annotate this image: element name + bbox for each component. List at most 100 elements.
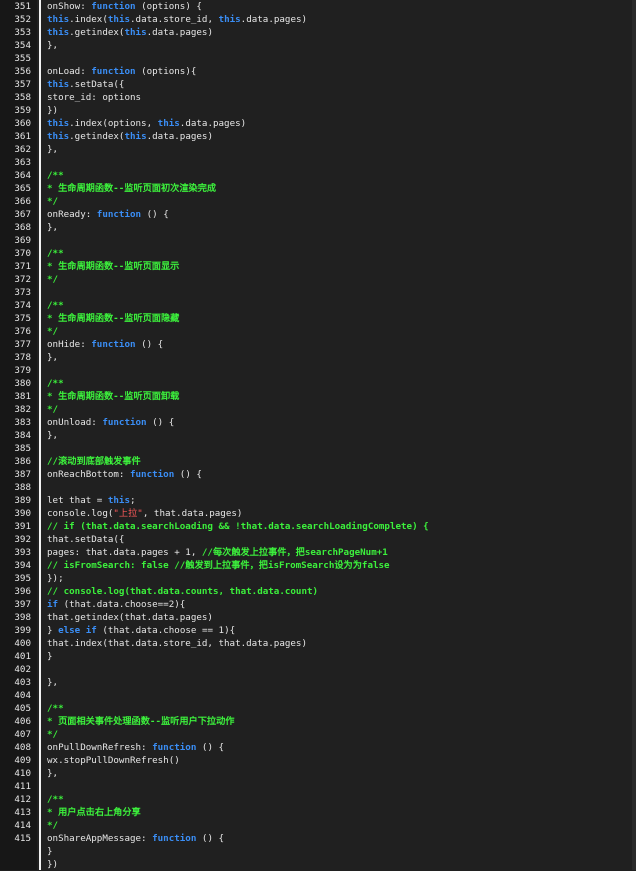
line-number: 354: [14, 40, 31, 51]
code-line[interactable]: 403},: [0, 676, 636, 689]
line-number: 355: [14, 53, 31, 64]
code-line[interactable]: 394 // isFromSearch: false //触发到上拉事件，把isF…: [0, 559, 636, 572]
code-line[interactable]: 360 this.index(options, this.data.pages): [0, 117, 636, 130]
vertical-scrollbar[interactable]: [632, 0, 636, 870]
code-editor[interactable]: 351 onShow: function (options) {352 this.i…: [0, 0, 636, 870]
line-number: 395: [14, 573, 31, 584]
code-token: */: [47, 196, 59, 207]
code-line[interactable]: 406 * 页面相关事件处理函数--监听用户下拉动作: [0, 715, 636, 728]
code-line[interactable]: 361 this.getindex(this.data.pages): [0, 130, 636, 143]
code-line[interactable]: 384},: [0, 429, 636, 442]
code-line[interactable]: 385: [0, 442, 636, 455]
line-number: 366: [14, 196, 31, 207]
line-text: */: [47, 273, 58, 286]
code-line[interactable]: 390 console.log("上拉", that.data.pages): [0, 507, 636, 520]
code-line[interactable]: 410},: [0, 767, 636, 780]
code-line[interactable]: 365 * 生命周期函数--监听页面初次渲染完成: [0, 182, 636, 195]
code-line[interactable]: 362},: [0, 143, 636, 156]
code-line[interactable]: 352 this.index(this.data.store_id, this.d…: [0, 13, 636, 26]
line-number: 400: [14, 638, 31, 649]
code-line[interactable]: 359}): [0, 104, 636, 117]
code-line[interactable]: 398 that.getindex(that.data.pages): [0, 611, 636, 624]
code-line[interactable]: 396 // console.log(that.data.counts, that…: [0, 585, 636, 598]
line-number: 370: [14, 248, 31, 259]
code-line[interactable]: 356 onLoad: function (options){: [0, 65, 636, 78]
code-line[interactable]: 358 store_id: options: [0, 91, 636, 104]
code-line[interactable]: 412 /**: [0, 793, 636, 806]
code-line[interactable]: 382 */: [0, 403, 636, 416]
code-line[interactable]: 391 // if (that.data.searchLoading && !th…: [0, 520, 636, 533]
code-token: () {: [141, 209, 169, 220]
code-line[interactable]: 372 */: [0, 273, 636, 286]
code-line[interactable]: 373: [0, 286, 636, 299]
code-line[interactable]: 405 /**: [0, 702, 636, 715]
code-line[interactable]: 389 let that = this;: [0, 494, 636, 507]
code-line[interactable]: 400 that.index(that.data.store_id, that.d…: [0, 637, 636, 650]
code-line[interactable]: }): [0, 858, 636, 871]
code-line[interactable]: 351 onShow: function (options) {: [0, 0, 636, 13]
code-line[interactable]: 392 that.setData({: [0, 533, 636, 546]
code-line[interactable]: 399} else if (that.data.choose == 1){: [0, 624, 636, 637]
line-text: },: [47, 221, 58, 234]
code-line[interactable]: 376 */: [0, 325, 636, 338]
code-line[interactable]: 408 onPullDownRefresh: function () {: [0, 741, 636, 754]
code-line[interactable]: 402: [0, 663, 636, 676]
code-line[interactable]: 401}: [0, 650, 636, 663]
code-line[interactable]: 364 /**: [0, 169, 636, 182]
line-text: onShareAppMessage: function () {: [47, 832, 224, 845]
code-line[interactable]: 374 /**: [0, 299, 636, 312]
line-number: 410: [14, 768, 31, 779]
code-line[interactable]: 381 * 生命周期函数--监听页面卸载: [0, 390, 636, 403]
code-line[interactable]: 367 onReady: function () {: [0, 208, 636, 221]
code-line[interactable]: 369: [0, 234, 636, 247]
code-line[interactable]: 371 * 生命周期函数--监听页面显示: [0, 260, 636, 273]
line-text: console.log("上拉", that.data.pages): [47, 507, 242, 520]
code-line[interactable]: 393 pages: that.data.pages + 1, //每次触发上拉事…: [0, 546, 636, 559]
line-number: 372: [14, 274, 31, 285]
code-token: */: [47, 820, 59, 831]
code-line[interactable]: 397 if (that.data.choose==2){: [0, 598, 636, 611]
code-line[interactable]: 387 onReachBottom: function () {: [0, 468, 636, 481]
line-text: * 用户点击右上角分享: [47, 806, 141, 819]
code-token: onPullDownRefresh:: [47, 742, 153, 753]
code-line[interactable]: }: [0, 845, 636, 858]
code-line[interactable]: 377 onHide: function () {: [0, 338, 636, 351]
code-line[interactable]: 383 onUnload: function () {: [0, 416, 636, 429]
code-line[interactable]: 386 //滚动到底部触发事件: [0, 455, 636, 468]
line-number: 367: [14, 209, 31, 220]
line-number: 405: [14, 703, 31, 714]
code-line[interactable]: 404: [0, 689, 636, 702]
line-text: * 生命周期函数--监听页面显示: [47, 260, 179, 273]
code-line[interactable]: 413 * 用户点击右上角分享: [0, 806, 636, 819]
code-token: .index(options,: [69, 118, 158, 129]
code-line[interactable]: 375 * 生命周期函数--监听页面隐藏: [0, 312, 636, 325]
line-text: } else if (that.data.choose == 1){: [47, 624, 235, 637]
code-line[interactable]: 380 /**: [0, 377, 636, 390]
code-line[interactable]: 366 */: [0, 195, 636, 208]
code-line[interactable]: 414 */: [0, 819, 636, 832]
line-text: this.index(this.data.store_id, this.data…: [47, 13, 307, 26]
code-line[interactable]: 363: [0, 156, 636, 169]
line-text: },: [47, 676, 58, 689]
code-line[interactable]: 357 this.setData({: [0, 78, 636, 91]
code-line[interactable]: 415 onShareAppMessage: function () {: [0, 832, 636, 845]
code-line[interactable]: 407 */: [0, 728, 636, 741]
code-line[interactable]: 395});: [0, 572, 636, 585]
code-line[interactable]: 355: [0, 52, 636, 65]
code-token: onLoad:: [47, 66, 92, 77]
code-token: },: [47, 144, 59, 155]
code-line[interactable]: 370 /**: [0, 247, 636, 260]
line-text: * 页面相关事件处理函数--监听用户下拉动作: [47, 715, 235, 728]
code-token: .data.store_id,: [130, 14, 219, 25]
line-number: 383: [14, 417, 31, 428]
code-line[interactable]: 411: [0, 780, 636, 793]
code-line[interactable]: 368},: [0, 221, 636, 234]
code-line[interactable]: 353 this.getindex(this.data.pages): [0, 26, 636, 39]
code-line[interactable]: 409 wx.stopPullDownRefresh(): [0, 754, 636, 767]
code-token: () {: [146, 417, 175, 428]
code-line[interactable]: 388: [0, 481, 636, 494]
code-line[interactable]: 379: [0, 364, 636, 377]
line-text: onHide: function () {: [47, 338, 163, 351]
code-line[interactable]: 354},: [0, 39, 636, 52]
code-line[interactable]: 378},: [0, 351, 636, 364]
